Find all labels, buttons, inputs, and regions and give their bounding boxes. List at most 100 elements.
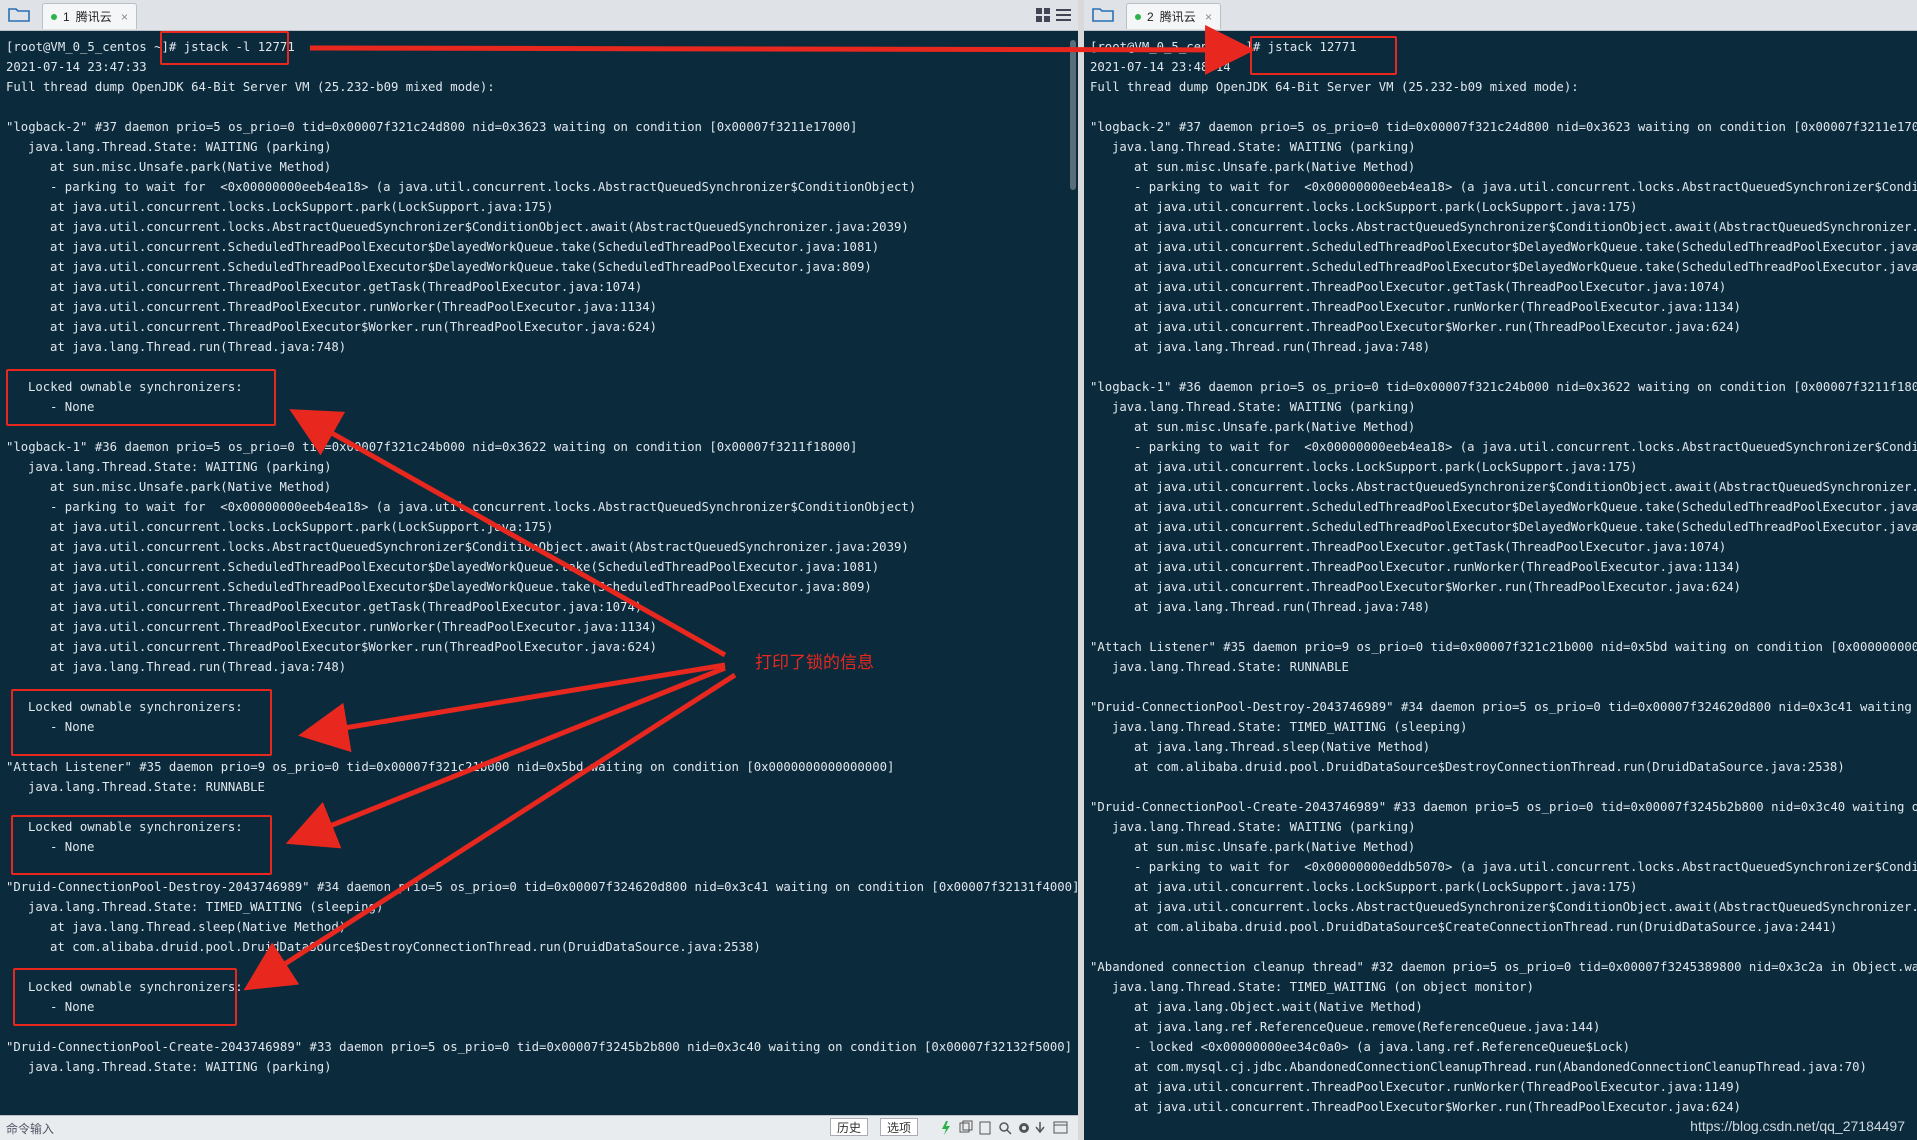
history-button[interactable]: 历史 [830, 1118, 869, 1136]
status-toolbar-icons[interactable] [940, 1120, 1070, 1136]
locked-synchronizers-highlight-3 [11, 815, 272, 875]
terminal-line: at java.lang.Thread.sleep(Native Method) [50, 920, 347, 934]
terminal-line: at java.util.concurrent.ScheduledThreadP… [1134, 240, 1917, 254]
terminal-line: "logback-2" #37 daemon prio=5 os_prio=0 … [1090, 120, 1917, 134]
terminal-line: "Druid-ConnectionPool-Destroy-2043746989… [6, 880, 1078, 894]
options-button[interactable]: 选项 [880, 1118, 919, 1136]
terminal-line: at java.util.concurrent.ThreadPoolExecut… [50, 320, 658, 334]
tab-label: 腾讯云 [75, 10, 112, 24]
tab-session-1[interactable]: 1 腾讯云 × [42, 3, 137, 29]
terminal-line: at java.util.concurrent.ScheduledThreadP… [50, 240, 880, 254]
terminal-line: at com.alibaba.druid.pool.DruidDataSourc… [1134, 920, 1838, 934]
terminal-line: "Druid-ConnectionPool-Destroy-2043746989… [1090, 700, 1912, 714]
terminal-line: at java.util.concurrent.ThreadPoolExecut… [1134, 540, 1727, 554]
terminal-line: at sun.misc.Unsafe.park(Native Method) [1134, 840, 1416, 854]
terminal-line: - parking to wait for <0x00000000eddb507… [1134, 860, 1917, 874]
terminal-line: at java.util.concurrent.ScheduledThreadP… [1134, 520, 1917, 534]
terminal-line: "logback-1" #36 daemon prio=5 os_prio=0 … [1090, 380, 1917, 394]
terminal-line: at java.lang.Thread.run(Thread.java:748) [50, 340, 347, 354]
terminal-line: java.lang.Thread.State: TIMED_WAITING (o… [1112, 980, 1534, 994]
right-terminal-pane: 2 腾讯云 × [root@VM_0_5_centos ~]# jstack 1… [1084, 0, 1917, 1140]
terminal-line: - parking to wait for <0x00000000eeb4ea1… [1134, 180, 1917, 194]
locked-synchronizers-highlight-1 [6, 369, 276, 426]
terminal-line: at java.util.concurrent.ScheduledThreadP… [1134, 260, 1917, 274]
terminal-line: at com.alibaba.druid.pool.DruidDataSourc… [1134, 760, 1845, 774]
terminal-line: at sun.misc.Unsafe.park(Native Method) [1134, 160, 1416, 174]
terminal-line: - locked <0x00000000ee34c0a0> (a java.la… [1134, 1040, 1631, 1054]
tab-number: 1 [63, 9, 70, 24]
terminal-line: at sun.misc.Unsafe.park(Native Method) [1134, 420, 1416, 434]
command-input[interactable]: 命令输入 [6, 1120, 54, 1137]
close-icon[interactable]: × [1205, 10, 1212, 24]
terminal-line: at java.lang.Thread.run(Thread.java:748) [50, 660, 347, 674]
jstack-command-highlight [1250, 36, 1397, 75]
left-terminal-output[interactable]: [root@VM_0_5_centos ~]# jstack -l 12771 2… [0, 31, 1078, 1116]
locked-synchronizers-highlight-2 [11, 689, 272, 756]
terminal-line: - parking to wait for <0x00000000eeb4ea1… [50, 500, 917, 514]
terminal-line: java.lang.Thread.State: RUNNABLE [28, 780, 265, 794]
terminal-line: at java.util.concurrent.ThreadPoolExecut… [1134, 560, 1742, 574]
terminal-line: at java.util.concurrent.locks.AbstractQu… [1134, 220, 1917, 234]
close-icon[interactable]: × [121, 10, 128, 24]
annotation-label: 打印了锁的信息 [755, 653, 874, 673]
terminal-line: at sun.misc.Unsafe.park(Native Method) [50, 160, 332, 174]
folder-icon[interactable] [8, 6, 30, 22]
jstack-l-command-highlight [160, 31, 289, 65]
terminal-line: java.lang.Thread.State: RUNNABLE [1112, 660, 1349, 674]
connected-dot-icon [1135, 13, 1141, 20]
terminal-line: at com.alibaba.druid.pool.DruidDataSourc… [50, 940, 761, 954]
scrollbar[interactable] [1070, 40, 1076, 190]
terminal-line: "logback-2" #37 daemon prio=5 os_prio=0 … [6, 120, 858, 134]
terminal-line: "logback-1" #36 daemon prio=5 os_prio=0 … [6, 440, 858, 454]
terminal-line: "Abandoned connection cleanup thread" #3… [1090, 960, 1917, 974]
locked-synchronizers-highlight-4 [13, 968, 237, 1026]
terminal-line: at java.util.concurrent.ThreadPoolExecut… [1134, 1100, 1742, 1114]
terminal-line: at java.util.concurrent.locks.LockSuppor… [1134, 880, 1638, 894]
terminal-line: at com.mysql.cj.jdbc.AbandonedConnection… [1134, 1060, 1867, 1074]
terminal-line: Full thread dump OpenJDK 64-Bit Server V… [6, 80, 495, 94]
folder-icon[interactable] [1092, 6, 1114, 22]
watermark-url: https://blog.csdn.net/qq_27184497 [1690, 1118, 1905, 1134]
terminal-line: at java.util.concurrent.ScheduledThreadP… [1134, 500, 1917, 514]
terminal-line: 2021-07-14 23:48:14 [1090, 60, 1231, 74]
terminal-line: at java.util.concurrent.locks.LockSuppor… [50, 200, 554, 214]
left-tab-bar: 1 腾讯云 × [0, 0, 1078, 31]
tab-number: 2 [1147, 9, 1154, 24]
terminal-line: at java.util.concurrent.ThreadPoolExecut… [1134, 280, 1727, 294]
terminal-line: "Druid-ConnectionPool-Create-2043746989"… [1090, 800, 1917, 814]
terminal-line: 2021-07-14 23:47:33 [6, 60, 147, 74]
terminal-line: at java.util.concurrent.locks.AbstractQu… [50, 540, 909, 554]
terminal-line: "Attach Listener" #35 daemon prio=9 os_p… [6, 760, 895, 774]
terminal-line: at java.lang.Object.wait(Native Method) [1134, 1000, 1423, 1014]
terminal-line: java.lang.Thread.State: WAITING (parking… [28, 460, 332, 474]
terminal-line: at java.util.concurrent.ScheduledThreadP… [50, 580, 872, 594]
terminal-line: at java.util.concurrent.locks.AbstractQu… [1134, 900, 1917, 914]
terminal-line: at java.util.concurrent.ThreadPoolExecut… [1134, 320, 1742, 334]
terminal-line: at java.util.concurrent.locks.AbstractQu… [50, 220, 909, 234]
terminal-line: at java.util.concurrent.ThreadPoolExecut… [50, 280, 643, 294]
layout-grid-icon[interactable] [1036, 8, 1072, 22]
tab-session-2[interactable]: 2 腾讯云 × [1126, 3, 1221, 29]
terminal-line: java.lang.Thread.State: WAITING (parking… [1112, 140, 1416, 154]
terminal-line: Full thread dump OpenJDK 64-Bit Server V… [1090, 80, 1579, 94]
terminal-line: java.lang.Thread.State: WAITING (parking… [28, 140, 332, 154]
terminal-line: at java.lang.Thread.run(Thread.java:748) [1134, 600, 1431, 614]
terminal-line: - parking to wait for <0x00000000eeb4ea1… [50, 180, 917, 194]
terminal-line: at java.lang.Thread.sleep(Native Method) [1134, 740, 1431, 754]
tab-label: 腾讯云 [1159, 10, 1196, 24]
terminal-line: at java.util.concurrent.locks.LockSuppor… [1134, 460, 1638, 474]
connected-dot-icon [51, 13, 57, 20]
terminal-line: at java.util.concurrent.ThreadPoolExecut… [1134, 580, 1742, 594]
terminal-line: at java.util.concurrent.ThreadPoolExecut… [1134, 300, 1742, 314]
terminal-line: "Druid-ConnectionPool-Create-2043746989"… [6, 1040, 1073, 1054]
right-tab-bar: 2 腾讯云 × [1084, 0, 1917, 31]
terminal-line: java.lang.Thread.State: WAITING (parking… [1112, 820, 1416, 834]
terminal-line: at java.util.concurrent.locks.AbstractQu… [1134, 480, 1917, 494]
terminal-line: at java.lang.Thread.run(Thread.java:748) [1134, 340, 1431, 354]
terminal-line: at java.util.concurrent.ThreadPoolExecut… [1134, 1080, 1742, 1094]
terminal-line: java.lang.Thread.State: WAITING (parking… [28, 1060, 332, 1074]
terminal-line: at java.util.concurrent.ScheduledThreadP… [50, 560, 880, 574]
terminal-line: "Attach Listener" #35 daemon prio=9 os_p… [1090, 640, 1917, 654]
terminal-line: at java.util.concurrent.ThreadPoolExecut… [50, 600, 643, 614]
right-terminal-output[interactable]: [root@VM_0_5_centos ~]# jstack 12771 2021… [1084, 31, 1917, 1140]
